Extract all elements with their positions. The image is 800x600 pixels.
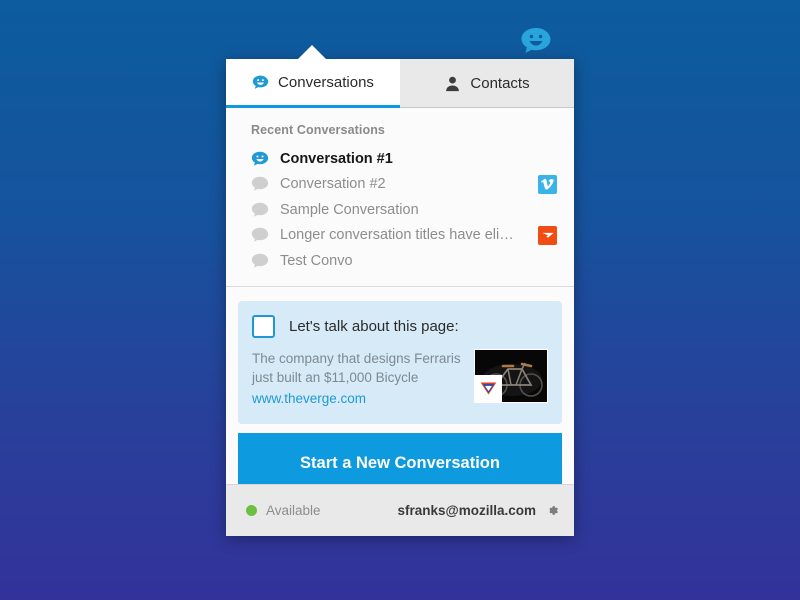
conversation-list-item[interactable]: Test Convo [226,248,574,274]
person-icon [446,76,460,91]
conversation-badge-none [538,251,557,270]
account-area: sfranks@mozilla.com [398,503,560,518]
status-available-dot-icon [246,505,257,516]
chat-bubble-active-icon [251,151,269,166]
chat-smiley-bubble-icon [521,28,551,53]
panel-pointer-notch [297,45,327,60]
context-card-wrapper: Let's talk about this page: The company … [226,286,574,424]
status-bar: Available sfranks@mozilla.com [226,484,574,536]
theverge-v-logo [475,374,502,402]
chat-smiley-bubble-icon [252,75,269,89]
recent-conversations-section: Recent Conversations Conversation #1 Con… [226,108,574,287]
cta-wrapper: Start a New Conversation [226,423,574,494]
context-card-body: The company that designs Ferraris just b… [252,348,548,408]
tab-conversations[interactable]: Conversations [226,59,401,108]
chat-bubble-icon [251,202,269,217]
conversation-list-item[interactable]: Conversation #1 [226,146,574,172]
toolbar-chat-bubble-icon[interactable] [520,27,552,55]
context-page-link[interactable]: www.theverge.com [252,389,366,408]
context-description-line-1: The company that designs Ferraris [252,350,461,366]
account-email-label: sfranks@mozilla.com [397,503,536,518]
tab-conversations-label: Conversations [278,73,374,91]
loop-conversations-panel: Conversations Contacts Recent Conversati… [226,59,574,536]
paper-plane-glyph-icon [541,233,554,239]
gear-icon[interactable] [545,503,560,518]
tab-contacts-label: Contacts [470,74,530,92]
share-page-checkbox[interactable] [252,314,275,338]
context-card-title: Let's talk about this page: [289,317,459,335]
chat-bubble-icon [251,176,269,191]
conversation-list-item[interactable]: Sample Conversation [226,197,574,223]
conversation-title: Sample Conversation [280,201,419,218]
context-card-header: Let's talk about this page: [252,314,548,338]
conversation-badge-none [538,200,557,219]
conversation-title: Longer conversation titles have eli… [280,227,514,244]
chat-bubble-icon [251,253,269,268]
context-card-text: The company that designs Ferraris just b… [252,349,462,408]
availability-label: Available [266,503,321,518]
vimeo-glyph-icon [540,179,554,190]
recent-conversations-header: Recent Conversations [251,123,385,137]
conversation-title: Conversation #2 [280,176,386,193]
tab-contacts[interactable]: Contacts [400,59,574,108]
chat-bubble-icon [251,227,269,242]
conversation-badge-none [538,149,557,168]
verge-v-glyph-icon [480,381,497,395]
context-description-line-2: just built an $11,000 Bicycle [252,369,419,385]
panel-tabs: Conversations Contacts [226,59,574,108]
conversation-list-item[interactable]: Longer conversation titles have eli… [226,223,574,249]
availability-control[interactable]: Available [246,503,321,518]
conversation-title: Conversation #1 [280,150,393,167]
page-thumbnail-image [474,348,548,403]
theverge-icon [538,225,557,245]
conversation-list-item[interactable]: Conversation #2 [226,172,574,198]
vimeo-icon [538,174,557,194]
conversation-title: Test Convo [280,252,353,269]
page-context-card: Let's talk about this page: The company … [238,300,562,424]
